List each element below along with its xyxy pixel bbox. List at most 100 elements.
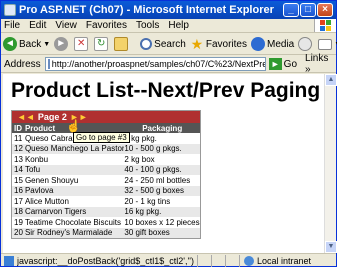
cell-packaging: 20 - 1 kg tins bbox=[124, 196, 171, 206]
favorites-button[interactable]: ★ Favorites bbox=[190, 37, 247, 51]
page-icon bbox=[47, 59, 50, 69]
header-packaging: Packaging bbox=[142, 123, 183, 133]
status-bar: javascript:__doPostBack('grid$_ctl1$_ctl… bbox=[1, 253, 336, 267]
cell-product: Teatime Chocolate Biscuits bbox=[24, 217, 121, 227]
menu-bar: File Edit View Favorites Tools Help bbox=[1, 19, 336, 33]
table-row: 16 Pavlova 32 - 500 g boxes bbox=[12, 185, 200, 196]
go-button[interactable]: ► Go bbox=[268, 58, 297, 70]
back-arrow-icon: ◄ bbox=[3, 37, 17, 51]
address-url: http://another/proaspnet/samples/ch07/C%… bbox=[51, 59, 265, 69]
scroll-down-icon[interactable]: ▼ bbox=[325, 241, 337, 253]
menu-tools[interactable]: Tools bbox=[136, 20, 159, 31]
close-button[interactable]: × bbox=[317, 3, 333, 17]
security-zone: Local intranet bbox=[239, 254, 312, 267]
stop-icon: ✕ bbox=[74, 37, 89, 51]
table-row: 17 Alice Mutton 20 - 1 kg tins bbox=[12, 196, 200, 207]
menu-edit[interactable]: Edit bbox=[29, 20, 46, 31]
cell-id: 12 bbox=[14, 144, 23, 154]
cell-packaging: 10 boxes x 12 pieces bbox=[124, 217, 200, 227]
cell-id: 14 bbox=[14, 165, 23, 175]
prev-page-link[interactable]: ◄◄ bbox=[17, 112, 35, 122]
address-bar: Address http://another/proaspnet/samples… bbox=[1, 53, 336, 75]
grid-pager: ◄◄ Page 2 ►► bbox=[12, 111, 200, 123]
search-icon bbox=[140, 38, 153, 50]
status-text: javascript:__doPostBack('grid$_ctl1$_ctl… bbox=[17, 255, 194, 266]
table-row: 13 Konbu 2 kg box bbox=[12, 154, 200, 165]
address-label: Address bbox=[4, 58, 41, 70]
cell-product: Carnarvon Tigers bbox=[24, 207, 87, 217]
refresh-button[interactable]: ↻ bbox=[94, 37, 110, 51]
hand-cursor-icon: ☝ bbox=[66, 119, 81, 133]
cell-id: 16 bbox=[14, 186, 23, 196]
page-heading: Product List--Next/Prev Paging bbox=[11, 79, 321, 102]
maximize-button[interactable]: □ bbox=[300, 3, 316, 17]
cell-product: Sir Rodney's Marmalade bbox=[24, 228, 113, 238]
home-button[interactable] bbox=[114, 37, 130, 51]
table-row: 18 Carnarvon Tigers 16 kg pkg. bbox=[12, 206, 200, 217]
cell-product: Queso Manchego La Pastora bbox=[24, 144, 125, 154]
history-icon bbox=[298, 37, 313, 51]
cell-id: 11 bbox=[14, 133, 23, 143]
menu-favorites[interactable]: Favorites bbox=[86, 20, 127, 31]
cell-id: 17 bbox=[14, 196, 23, 206]
forward-button[interactable]: ► bbox=[54, 37, 70, 51]
table-row: 15 Genen Shouyu 24 - 250 ml bottles bbox=[12, 175, 200, 186]
mail-button[interactable]: ▼ bbox=[318, 38, 337, 50]
search-button[interactable]: Search bbox=[140, 38, 186, 50]
title-bar: Pro ASP.NET (Ch07) - Microsoft Internet … bbox=[1, 1, 336, 19]
scroll-up-icon[interactable]: ▲ bbox=[325, 74, 337, 86]
header-id: ID bbox=[14, 123, 22, 133]
go-arrow-icon: ► bbox=[268, 58, 282, 70]
menu-file[interactable]: File bbox=[4, 20, 20, 31]
star-icon: ★ bbox=[190, 36, 204, 52]
cell-packaging: 40 - 100 g pkgs. bbox=[124, 165, 182, 175]
browser-window: Pro ASP.NET (Ch07) - Microsoft Internet … bbox=[0, 0, 337, 267]
back-button[interactable]: ◄ Back ▼ bbox=[3, 37, 50, 51]
intranet-icon bbox=[244, 255, 254, 266]
cell-id: 18 bbox=[14, 207, 23, 217]
zone-label: Local intranet bbox=[257, 255, 312, 266]
cell-packaging: 16 kg pkg. bbox=[124, 207, 162, 217]
cell-id: 20 bbox=[14, 228, 23, 238]
page-content: Product List--Next/Prev Paging ◄◄ Page 2… bbox=[3, 74, 324, 253]
page-status-icon bbox=[4, 255, 14, 266]
stop-button[interactable]: ✕ bbox=[74, 37, 90, 51]
cell-packaging: 2 kg box bbox=[124, 154, 155, 164]
cell-product: Genen Shouyu bbox=[24, 175, 79, 185]
forward-arrow-icon: ► bbox=[54, 37, 69, 51]
window-title: Pro ASP.NET (Ch07) - Microsoft Internet … bbox=[19, 4, 274, 16]
cell-packaging: 10 - 500 g pkgs. bbox=[124, 144, 182, 154]
menu-view[interactable]: View bbox=[55, 20, 77, 31]
table-row: 14 Tofu 40 - 100 g pkgs. bbox=[12, 164, 200, 175]
cell-product: Tofu bbox=[24, 165, 41, 175]
links-label: Links bbox=[305, 53, 329, 64]
mail-icon bbox=[318, 38, 333, 50]
address-input[interactable]: http://another/proaspnet/samples/ch07/C%… bbox=[44, 57, 266, 71]
windows-logo-icon bbox=[314, 19, 336, 32]
standard-toolbar: ◄ Back ▼ ► ✕ ↻ Search ★ Favorites Media bbox=[1, 34, 337, 55]
cell-product: Konbu bbox=[24, 154, 49, 164]
links-button[interactable]: Links » bbox=[305, 53, 336, 75]
vertical-scrollbar[interactable]: ▲ ▼ bbox=[324, 74, 337, 253]
cell-id: 19 bbox=[14, 217, 23, 227]
back-label: Back bbox=[19, 38, 42, 50]
table-row: 19 Teatime Chocolate Biscuits 10 boxes x… bbox=[12, 217, 200, 228]
history-button[interactable] bbox=[298, 37, 314, 51]
home-icon bbox=[114, 37, 129, 51]
menu-help[interactable]: Help bbox=[168, 20, 189, 31]
media-icon bbox=[250, 37, 265, 51]
pager-label: Page 2 bbox=[37, 112, 67, 122]
cell-packaging: 1 kg pkg. bbox=[124, 133, 157, 143]
cell-packaging: 30 gift boxes bbox=[124, 228, 170, 238]
cell-product: Alice Mutton bbox=[24, 196, 69, 206]
cell-id: 13 bbox=[14, 154, 23, 164]
cell-packaging: 24 - 250 ml bottles bbox=[124, 175, 191, 185]
media-button[interactable]: Media bbox=[250, 37, 294, 51]
favorites-label: Favorites bbox=[205, 38, 247, 50]
table-row: 20 Sir Rodney's Marmalade 30 gift boxes bbox=[12, 227, 200, 238]
cell-id: 15 bbox=[14, 175, 23, 185]
minimize-button[interactable]: _ bbox=[283, 3, 299, 17]
product-grid: ◄◄ Page 2 ►► ID Product Packaging 11 Que… bbox=[11, 110, 201, 239]
cell-packaging: 32 - 500 g boxes bbox=[124, 186, 185, 196]
cell-product: Pavlova bbox=[24, 186, 54, 196]
